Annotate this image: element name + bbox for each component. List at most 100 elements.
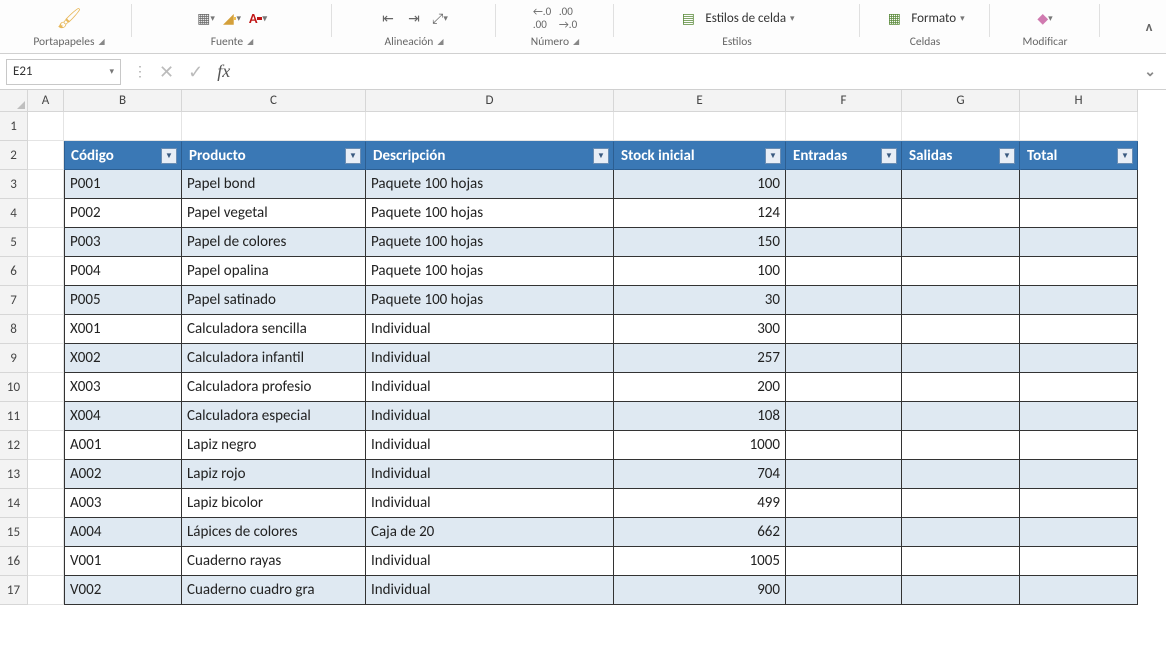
table-cell[interactable]: Individual [366, 460, 614, 489]
table-cell[interactable] [1020, 315, 1138, 344]
table-cell[interactable]: 499 [614, 489, 786, 518]
table-cell[interactable] [786, 199, 902, 228]
cell[interactable] [28, 141, 64, 170]
table-cell[interactable]: Caja de 20 [366, 518, 614, 547]
dialog-launcher-icon[interactable]: ◢ [99, 37, 105, 47]
cell[interactable] [28, 547, 64, 576]
row-header[interactable]: 14 [0, 489, 28, 518]
cell[interactable] [28, 518, 64, 547]
orientation-icon[interactable]: ⤢▾ [431, 9, 449, 27]
table-cell[interactable]: Calculadora sencilla [182, 315, 366, 344]
table-cell[interactable]: 662 [614, 518, 786, 547]
cancel-icon[interactable]: ✕ [159, 61, 174, 83]
filter-dropdown-icon[interactable]: ▼ [593, 148, 609, 164]
name-box[interactable]: E21 ▾ [6, 59, 121, 85]
table-cell[interactable] [1020, 489, 1138, 518]
filter-dropdown-icon[interactable]: ▼ [1117, 148, 1133, 164]
table-cell[interactable] [786, 344, 902, 373]
table-cell[interactable] [786, 576, 902, 605]
row-header[interactable]: 2 [0, 141, 28, 170]
cell[interactable] [28, 286, 64, 315]
table-cell[interactable]: 900 [614, 576, 786, 605]
table-cell[interactable]: A003 [64, 489, 182, 518]
table-cell[interactable] [1020, 373, 1138, 402]
table-cell[interactable] [786, 286, 902, 315]
table-cell[interactable]: Lápices de colores [182, 518, 366, 547]
table-cell[interactable]: Paquete 100 hojas [366, 257, 614, 286]
row-header[interactable]: 3 [0, 170, 28, 199]
cell[interactable] [786, 112, 902, 141]
collapse-ribbon-icon[interactable]: ʌ [1138, 14, 1160, 39]
table-cell[interactable] [902, 460, 1020, 489]
filter-dropdown-icon[interactable]: ▼ [765, 148, 781, 164]
table-cell[interactable]: P005 [64, 286, 182, 315]
table-cell[interactable]: A001 [64, 431, 182, 460]
table-cell[interactable]: 100 [614, 257, 786, 286]
table-cell[interactable]: Papel de colores [182, 228, 366, 257]
filter-dropdown-icon[interactable]: ▼ [881, 148, 897, 164]
table-cell[interactable]: Lapiz bicolor [182, 489, 366, 518]
table-cell[interactable]: X001 [64, 315, 182, 344]
table-cell[interactable] [902, 257, 1020, 286]
table-cell[interactable] [902, 344, 1020, 373]
table-cell[interactable] [902, 170, 1020, 199]
cell[interactable] [64, 112, 182, 141]
table-cell[interactable]: V001 [64, 547, 182, 576]
increase-indent-icon[interactable]: ⇥ [405, 9, 423, 27]
table-cell[interactable]: 257 [614, 344, 786, 373]
table-cell[interactable]: 30 [614, 286, 786, 315]
table-cell[interactable]: X004 [64, 402, 182, 431]
table-cell[interactable]: 100 [614, 170, 786, 199]
row-header[interactable]: 6 [0, 257, 28, 286]
table-header[interactable]: Código▼ [64, 141, 182, 170]
row-header[interactable]: 10 [0, 373, 28, 402]
format-icon[interactable]: ▦ [885, 9, 903, 27]
table-cell[interactable] [1020, 286, 1138, 315]
column-header[interactable]: H [1020, 90, 1138, 112]
table-cell[interactable]: V002 [64, 576, 182, 605]
column-header[interactable]: B [64, 90, 182, 112]
worksheet[interactable]: ABCDEFGH12Código▼Producto▼Descripción▼St… [0, 90, 1166, 652]
table-cell[interactable] [902, 199, 1020, 228]
cell[interactable] [28, 315, 64, 344]
row-header[interactable]: 12 [0, 431, 28, 460]
table-cell[interactable]: X002 [64, 344, 182, 373]
table-cell[interactable]: 150 [614, 228, 786, 257]
row-header[interactable]: 9 [0, 344, 28, 373]
table-cell[interactable] [1020, 257, 1138, 286]
row-header[interactable]: 15 [0, 518, 28, 547]
table-cell[interactable] [902, 576, 1020, 605]
table-cell[interactable] [1020, 547, 1138, 576]
paste-brush-icon[interactable]: 🖌 [60, 9, 78, 27]
cell[interactable] [902, 112, 1020, 141]
table-cell[interactable]: Paquete 100 hojas [366, 170, 614, 199]
column-header[interactable]: F [786, 90, 902, 112]
table-cell[interactable]: A002 [64, 460, 182, 489]
row-header[interactable]: 8 [0, 315, 28, 344]
expand-formula-bar-icon[interactable]: ⌄ [1134, 63, 1166, 80]
row-header[interactable]: 4 [0, 199, 28, 228]
table-cell[interactable]: P004 [64, 257, 182, 286]
table-cell[interactable] [1020, 431, 1138, 460]
row-header[interactable]: 7 [0, 286, 28, 315]
decrease-indent-icon[interactable]: ⇤ [379, 9, 397, 27]
table-cell[interactable]: Cuaderno rayas [182, 547, 366, 576]
cell-styles-button[interactable]: Estilos de celda▾ [705, 11, 794, 26]
table-cell[interactable]: Papel bond [182, 170, 366, 199]
table-cell[interactable]: Individual [366, 315, 614, 344]
cell[interactable] [614, 112, 786, 141]
table-cell[interactable] [902, 286, 1020, 315]
table-cell[interactable]: Calculadora infantil [182, 344, 366, 373]
filter-dropdown-icon[interactable]: ▼ [161, 148, 177, 164]
table-cell[interactable] [902, 315, 1020, 344]
increase-decimal-icon[interactable]: ←.0.00 [533, 9, 551, 27]
table-cell[interactable] [902, 373, 1020, 402]
table-cell[interactable] [786, 518, 902, 547]
table-header[interactable]: Producto▼ [182, 141, 366, 170]
row-header[interactable]: 17 [0, 576, 28, 605]
column-header[interactable]: A [28, 90, 64, 112]
chevron-down-icon[interactable]: ▾ [109, 66, 114, 77]
table-cell[interactable]: Paquete 100 hojas [366, 228, 614, 257]
row-header[interactable]: 13 [0, 460, 28, 489]
table-cell[interactable] [902, 402, 1020, 431]
